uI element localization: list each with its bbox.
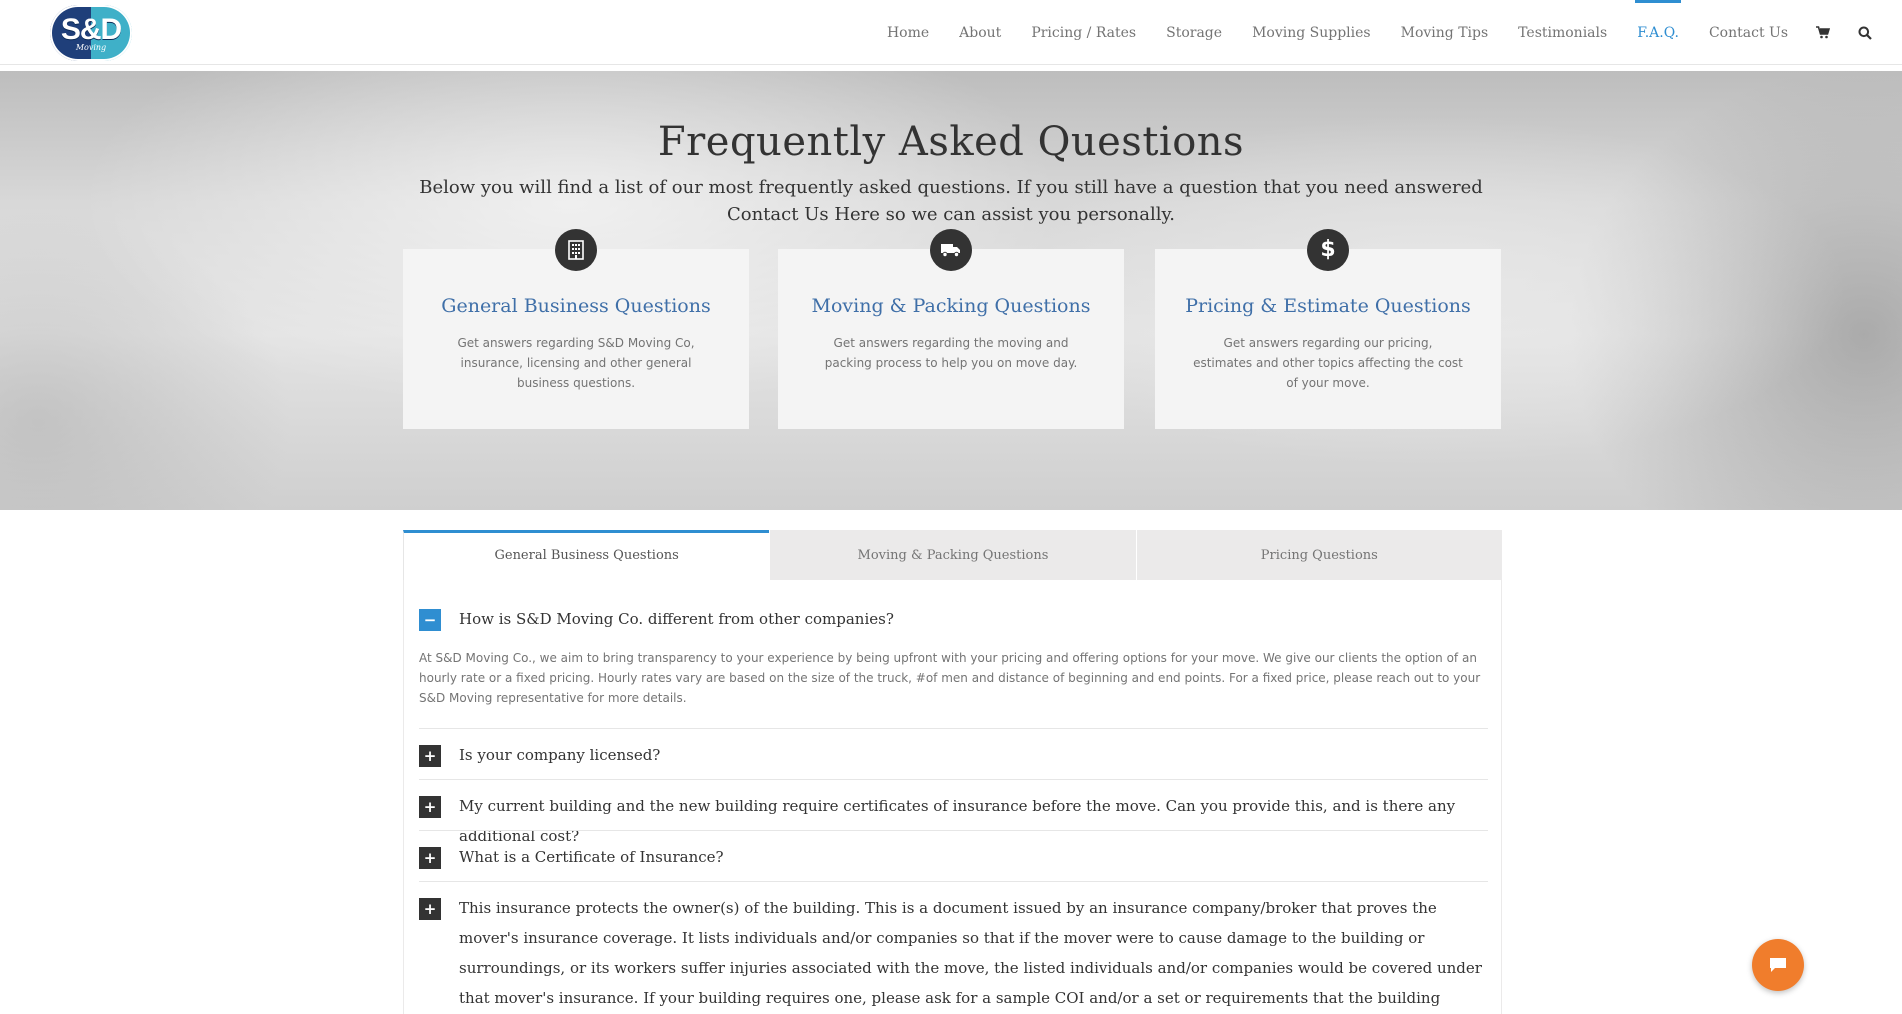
divider: [419, 728, 1488, 729]
faq-item: − How is S&D Moving Co. different from o…: [419, 608, 1488, 708]
faq-item: + What is a Certificate of Insurance?: [419, 846, 1488, 872]
faq-question[interactable]: What is a Certificate of Insurance?: [459, 842, 724, 872]
truck-icon: [930, 229, 972, 271]
nav-faq[interactable]: F.A.Q.: [1635, 0, 1681, 65]
search-icon[interactable]: [1858, 26, 1872, 40]
faq-question[interactable]: Is your company licensed?: [459, 740, 660, 770]
faq-question[interactable]: How is S&D Moving Co. different from oth…: [459, 604, 894, 634]
card-description: Get answers regarding our pricing, estim…: [1193, 336, 1463, 390]
faq-question-row[interactable]: − How is S&D Moving Co. different from o…: [419, 608, 1488, 634]
faq-question-row[interactable]: + This insurance protects the owner(s) o…: [419, 897, 1488, 1014]
nav-moving-tips[interactable]: Moving Tips: [1401, 0, 1489, 65]
tab-pricing[interactable]: Pricing Questions: [1135, 530, 1502, 580]
card-title: Moving & Packing Questions: [811, 295, 1091, 317]
card-description: Get answers regarding the moving and pac…: [824, 336, 1078, 370]
collapse-icon[interactable]: −: [419, 609, 441, 631]
cart-icon[interactable]: [1816, 26, 1830, 40]
divider: [419, 881, 1488, 882]
main-nav: Home About Pricing / Rates Storage Movin…: [857, 0, 1872, 65]
expand-icon[interactable]: +: [419, 847, 441, 869]
faq-question[interactable]: This insurance protects the owner(s) of …: [459, 893, 1488, 1014]
card-title: Pricing & Estimate Questions: [1185, 295, 1471, 317]
hero-subtitle: Below you will find a list of our most f…: [419, 177, 1483, 225]
card-title: General Business Questions: [441, 295, 711, 317]
nav-contact-us[interactable]: Contact Us: [1709, 0, 1788, 65]
logo[interactable]: S&D Moving: [50, 5, 132, 61]
faq-answer: At S&D Moving Co., we aim to bring trans…: [419, 651, 1481, 705]
chat-button[interactable]: [1752, 939, 1804, 991]
card-description: Get answers regarding S&D Moving Co, ins…: [457, 336, 695, 390]
logo-mark: S&D: [60, 12, 122, 46]
expand-icon[interactable]: +: [419, 898, 441, 920]
nav-testimonials[interactable]: Testimonials: [1518, 0, 1607, 65]
card-moving-packing[interactable]: Moving & Packing Questions Get answers r…: [778, 229, 1124, 429]
tab-moving-packing[interactable]: Moving & Packing Questions: [769, 530, 1136, 580]
expand-icon[interactable]: +: [419, 745, 441, 767]
nav-pricing-rates[interactable]: Pricing / Rates: [1031, 0, 1136, 65]
card-pricing-estimate[interactable]: $ Pricing & Estimate Questions Get answe…: [1155, 229, 1501, 429]
dollar-icon: $: [1307, 229, 1349, 271]
nav-about[interactable]: About: [959, 0, 1001, 65]
hero-banner: Frequently Asked Questions Below you wil…: [0, 71, 1902, 510]
divider: [419, 779, 1488, 780]
faq-question-row[interactable]: + What is a Certificate of Insurance?: [419, 846, 1488, 872]
nav-home[interactable]: Home: [887, 0, 929, 65]
tab-general-business[interactable]: General Business Questions: [403, 530, 770, 580]
card-general-business[interactable]: General Business Questions Get answers r…: [403, 229, 749, 429]
building-icon: [555, 229, 597, 271]
expand-icon[interactable]: +: [419, 796, 441, 818]
logo-subtext: Moving: [75, 42, 107, 52]
page-title: Frequently Asked Questions: [657, 119, 1245, 165]
nav-storage[interactable]: Storage: [1166, 0, 1222, 65]
faq-question-row[interactable]: + Is your company licensed?: [419, 744, 1488, 770]
faq-panel: − How is S&D Moving Co. different from o…: [403, 580, 1502, 1014]
faq-tabs: General Business Questions Moving & Pack…: [403, 530, 1502, 580]
divider: [419, 830, 1488, 831]
faq-item: + Is your company licensed?: [419, 744, 1488, 770]
site-header: S&D Moving Home About Pricing / Rates St…: [0, 0, 1902, 65]
faq-item: + This insurance protects the owner(s) o…: [419, 897, 1488, 1014]
nav-moving-supplies[interactable]: Moving Supplies: [1252, 0, 1371, 65]
chat-icon: [1770, 958, 1786, 972]
